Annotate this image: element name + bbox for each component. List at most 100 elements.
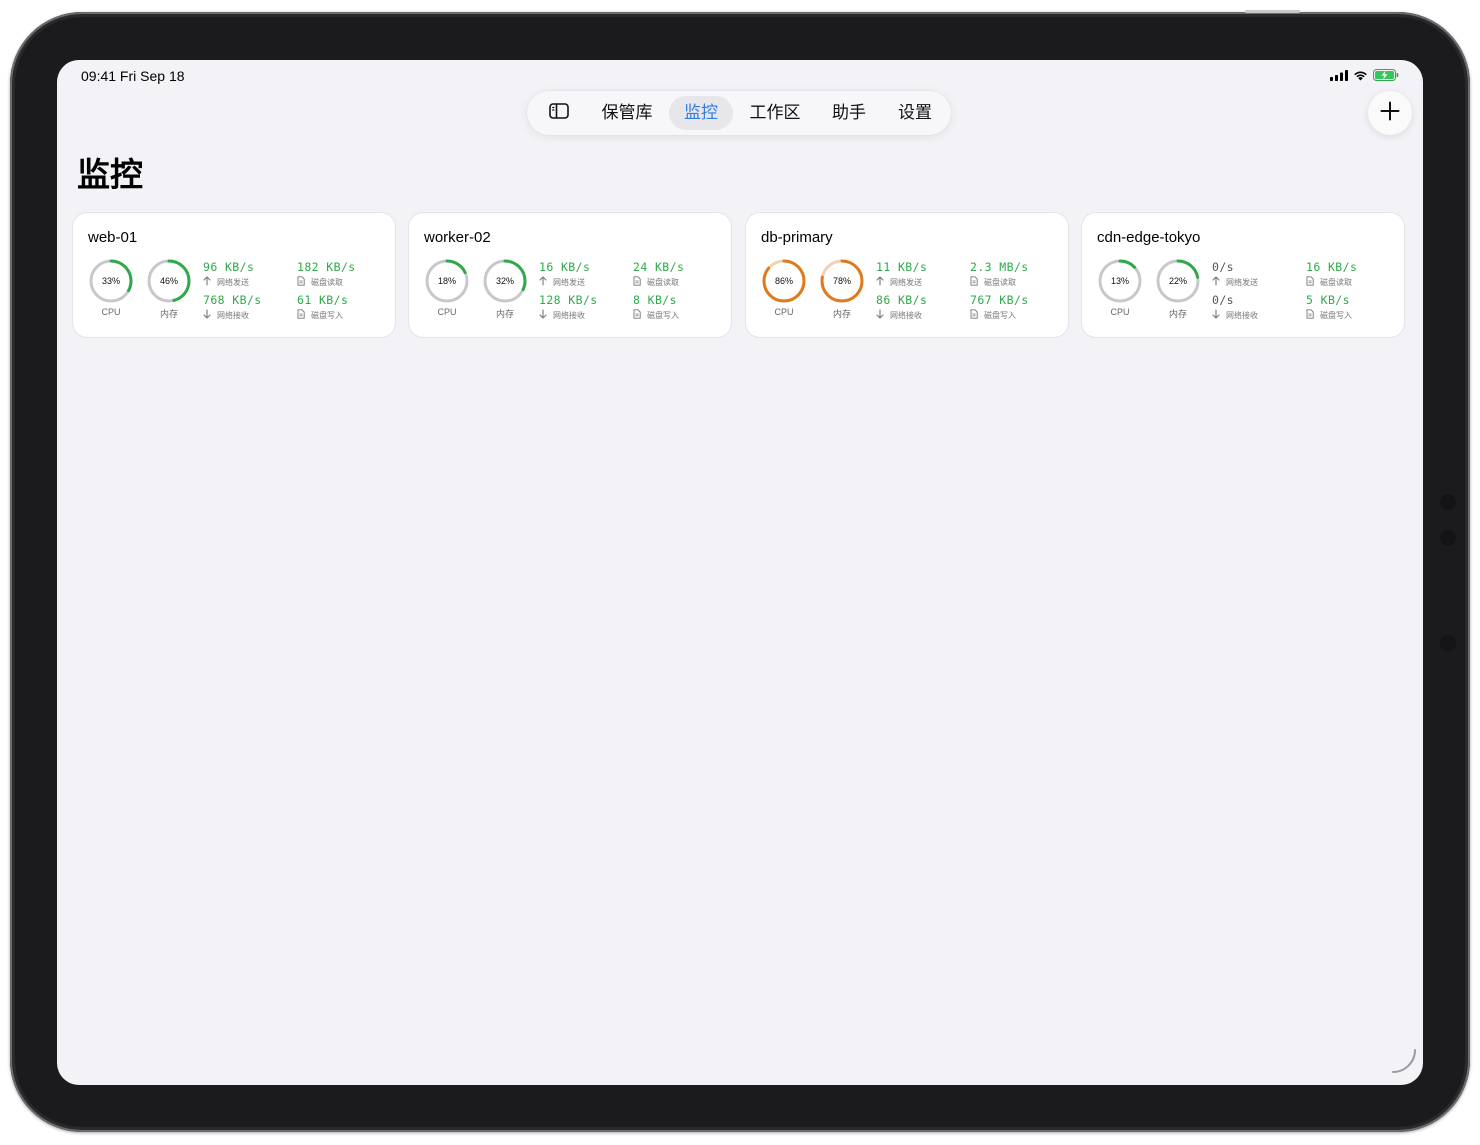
page-title: 监控 (77, 156, 143, 193)
net-send-label: 网络发送 (890, 277, 922, 287)
tab-monitor[interactable]: 监控 (669, 96, 733, 130)
disk-read-value: 2.3 MB/s (970, 260, 1029, 274)
disk-read: 2.3 MB/s 磁盘读取 (970, 260, 1029, 288)
disk-write-label: 磁盘写入 (984, 310, 1016, 320)
side-sensor (1440, 635, 1456, 651)
server-name: worker-02 (424, 229, 491, 246)
memory-gauge-label: 内存 (159, 309, 178, 319)
net-recv-value: 86 KB/s (876, 293, 928, 307)
memory-gauge-label: 内存 (495, 309, 514, 319)
disk-write-value: 767 KB/s (970, 293, 1029, 307)
net-recv-label: 网络接收 (1226, 310, 1258, 320)
tab-bar: 保管库 监控 工作区 助手 设置 (527, 91, 951, 135)
cpu-gauge-label: CPU (1110, 307, 1130, 317)
arrow-icon (876, 276, 884, 288)
disk-icon (1306, 309, 1314, 321)
side-sensor (1440, 494, 1456, 510)
disk-read-label: 磁盘读取 (984, 277, 1016, 287)
plus-icon (1380, 101, 1400, 126)
memory-gauge-value: 46% (159, 276, 178, 286)
sidebar-icon (549, 102, 569, 124)
net-send-value: 0/s (1212, 260, 1234, 274)
net-send-value: 16 KB/s (539, 260, 591, 274)
tab-assistant[interactable]: 助手 (817, 96, 881, 130)
disk-read: 16 KB/s 磁盘读取 (1306, 260, 1357, 288)
tab-settings[interactable]: 设置 (883, 96, 947, 130)
sidebar-toggle-button[interactable] (541, 96, 577, 130)
arrow-icon (203, 309, 211, 321)
server-card[interactable]: worker-02 18% CPU 32% 内存 16 KB/s 网络发送 128 KB/s 网… (409, 213, 731, 337)
server-card[interactable]: db-primary 86% CPU 78% 内存 11 KB/s 网络发送 86 KB/s 网… (746, 213, 1068, 337)
server-card[interactable]: cdn-edge-tokyo 13% CPU 22% 内存 0/s 网络发送 0/s 网络接收 1… (1082, 213, 1404, 337)
net-send-value: 11 KB/s (876, 260, 928, 274)
net-recv-value: 128 KB/s (539, 293, 598, 307)
arrow-icon (1212, 276, 1220, 288)
screen: 09:41 Fri Sep 18 保管库 监控 工作区 助手 设置 监控 web… (57, 60, 1423, 1085)
net-recv: 128 KB/s 网络接收 (539, 293, 598, 321)
disk-icon (633, 276, 641, 288)
disk-write-label: 磁盘写入 (1320, 310, 1352, 320)
disk-read-label: 磁盘读取 (311, 277, 343, 287)
system-icons (1330, 68, 1399, 86)
net-recv-value: 0/s (1212, 293, 1234, 307)
net-recv-label: 网络接收 (217, 310, 249, 320)
server-name: cdn-edge-tokyo (1097, 229, 1201, 246)
memory-gauge-value: 32% (495, 276, 514, 286)
arrow-icon (203, 276, 211, 288)
server-card[interactable]: web-01 33% CPU 46% 内存 96 KB/s 网络发送 768 KB/s 网络接收… (73, 213, 395, 337)
cpu-gauge-label: CPU (437, 307, 457, 317)
cpu-gauge-value: 18% (437, 276, 456, 286)
disk-icon (970, 276, 978, 288)
net-send: 11 KB/s 网络发送 (876, 260, 927, 288)
arrow-icon (539, 276, 547, 288)
net-recv-label: 网络接收 (890, 310, 922, 320)
net-recv: 86 KB/s 网络接收 (876, 293, 927, 321)
battery-charging-icon (1373, 68, 1399, 86)
net-send-label: 网络发送 (553, 277, 585, 287)
disk-read-value: 16 KB/s (1306, 260, 1358, 274)
memory-gauge-value: 22% (1168, 276, 1187, 286)
disk-read-label: 磁盘读取 (647, 277, 679, 287)
tab-workspace[interactable]: 工作区 (739, 96, 811, 130)
status-time: 09:41 Fri Sep 18 (81, 68, 185, 84)
disk-read-value: 182 KB/s (297, 260, 356, 274)
cpu-gauge-value: 86% (774, 276, 793, 286)
arrow-icon (876, 309, 884, 321)
arrow-icon (539, 309, 547, 321)
disk-write: 8 KB/s 磁盘写入 (633, 293, 679, 321)
disk-icon (297, 309, 305, 321)
net-send: 0/s 网络发送 (1212, 260, 1258, 288)
disk-read-label: 磁盘读取 (1320, 277, 1352, 287)
tab-vault[interactable]: 保管库 (591, 96, 663, 130)
net-recv: 0/s 网络接收 (1212, 293, 1258, 321)
cpu-gauge-label: CPU (101, 307, 121, 317)
disk-write: 767 KB/s 磁盘写入 (970, 293, 1029, 321)
disk-write-label: 磁盘写入 (647, 310, 679, 320)
side-sensor (1440, 530, 1456, 546)
disk-read: 24 KB/s 磁盘读取 (633, 260, 684, 288)
disk-icon (970, 309, 978, 321)
disk-icon (1306, 276, 1314, 288)
top-button (1245, 10, 1300, 13)
disk-icon (633, 309, 641, 321)
disk-write-value: 8 KB/s (633, 293, 677, 307)
net-recv: 768 KB/s 网络接收 (203, 293, 262, 321)
net-send-value: 96 KB/s (203, 260, 255, 274)
disk-write: 5 KB/s 磁盘写入 (1306, 293, 1352, 321)
cellular-signal-icon (1330, 68, 1348, 86)
status-bar: 09:41 Fri Sep 18 (57, 60, 1423, 90)
memory-gauge-label: 内存 (832, 309, 851, 319)
cpu-gauge-label: CPU (774, 307, 794, 317)
memory-gauge-value: 78% (832, 276, 851, 286)
server-name: db-primary (761, 229, 833, 246)
disk-read-value: 24 KB/s (633, 260, 685, 274)
disk-write: 61 KB/s 磁盘写入 (297, 293, 348, 321)
net-send: 96 KB/s 网络发送 (203, 260, 254, 288)
add-button[interactable] (1368, 91, 1412, 135)
memory-gauge-label: 内存 (1168, 309, 1187, 319)
net-recv-value: 768 KB/s (203, 293, 262, 307)
server-name: web-01 (88, 229, 138, 246)
cpu-gauge-value: 13% (1110, 276, 1129, 286)
wifi-icon (1353, 68, 1368, 86)
net-recv-label: 网络接收 (553, 310, 585, 320)
